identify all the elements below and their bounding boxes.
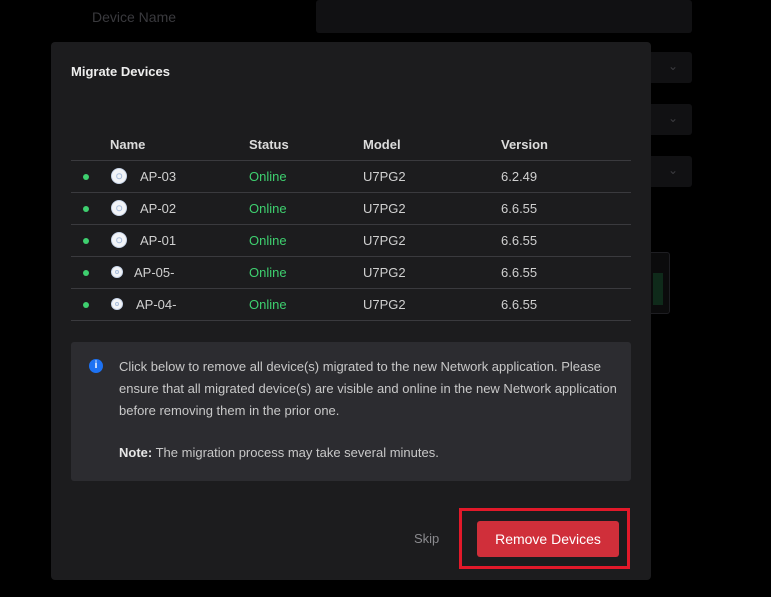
device-name: AP-03 (140, 169, 177, 184)
device-model: U7PG2 (363, 201, 406, 216)
table-row: AP-02 Online U7PG2 6.6.55 (71, 193, 631, 225)
device-version: 6.6.55 (501, 297, 538, 312)
info-icon: i (89, 359, 103, 373)
online-dot-icon (83, 174, 89, 180)
device-model: U7PG2 (363, 265, 406, 280)
access-point-icon (111, 298, 123, 310)
note-text: The migration process may take several m… (155, 445, 439, 460)
note-label: Note: (119, 445, 153, 460)
device-name: AP-01 (140, 233, 177, 248)
device-model: U7PG2 (363, 169, 406, 184)
device-version: 6.2.49 (501, 169, 538, 184)
device-status: Online (249, 297, 287, 312)
dialog-title: Migrate Devices (71, 64, 170, 79)
table-row: AP-05- Online U7PG2 6.6.55 (71, 257, 631, 289)
table-row: AP-03 Online U7PG2 6.2.49 (71, 161, 631, 193)
chevron-down-icon: ⌄ (668, 59, 679, 73)
info-message: Click below to remove all device(s) migr… (119, 359, 617, 418)
info-note: Note: The migration process may take sev… (119, 445, 439, 460)
device-name: AP-05- (134, 265, 175, 280)
device-name-label: Device Name (92, 9, 177, 25)
chevron-down-icon: ⌄ (668, 163, 679, 177)
access-point-icon (111, 168, 127, 184)
remove-devices-button[interactable]: Remove Devices (477, 521, 619, 557)
device-model: U7PG2 (363, 233, 406, 248)
access-point-icon (111, 232, 127, 248)
device-model: U7PG2 (363, 297, 406, 312)
device-version: 6.6.55 (501, 201, 538, 216)
table-row: AP-04- Online U7PG2 6.6.55 (71, 289, 631, 321)
online-dot-icon (83, 270, 89, 276)
device-status: Online (249, 201, 287, 216)
device-version: 6.6.55 (501, 265, 538, 280)
chevron-down-icon: ⌄ (668, 111, 679, 125)
online-dot-icon (83, 302, 89, 308)
device-status: Online (249, 169, 287, 184)
access-point-icon (111, 266, 123, 278)
device-version: 6.6.55 (501, 233, 538, 248)
device-name: AP-04- (136, 297, 177, 312)
column-header-model: Model (363, 137, 401, 152)
info-callout: i Click below to remove all device(s) mi… (71, 342, 631, 481)
device-status: Online (249, 233, 287, 248)
thumbnail-indicator (653, 273, 663, 305)
access-point-icon (111, 200, 127, 216)
skip-button[interactable]: Skip (414, 531, 439, 546)
column-header-status: Status (249, 137, 289, 152)
migrate-devices-dialog: Migrate Devices Name Status Model Versio… (51, 42, 651, 580)
table-row: AP-01 Online U7PG2 6.6.55 (71, 225, 631, 257)
online-dot-icon (83, 206, 89, 212)
device-name: AP-02 (140, 201, 177, 216)
table-header: Name Status Model Version (71, 128, 631, 161)
column-header-version: Version (501, 137, 548, 152)
device-status: Online (249, 265, 287, 280)
device-name-input (316, 0, 692, 33)
online-dot-icon (83, 238, 89, 244)
devices-table: Name Status Model Version AP-03 Online U… (71, 128, 631, 321)
column-header-name: Name (110, 137, 146, 152)
